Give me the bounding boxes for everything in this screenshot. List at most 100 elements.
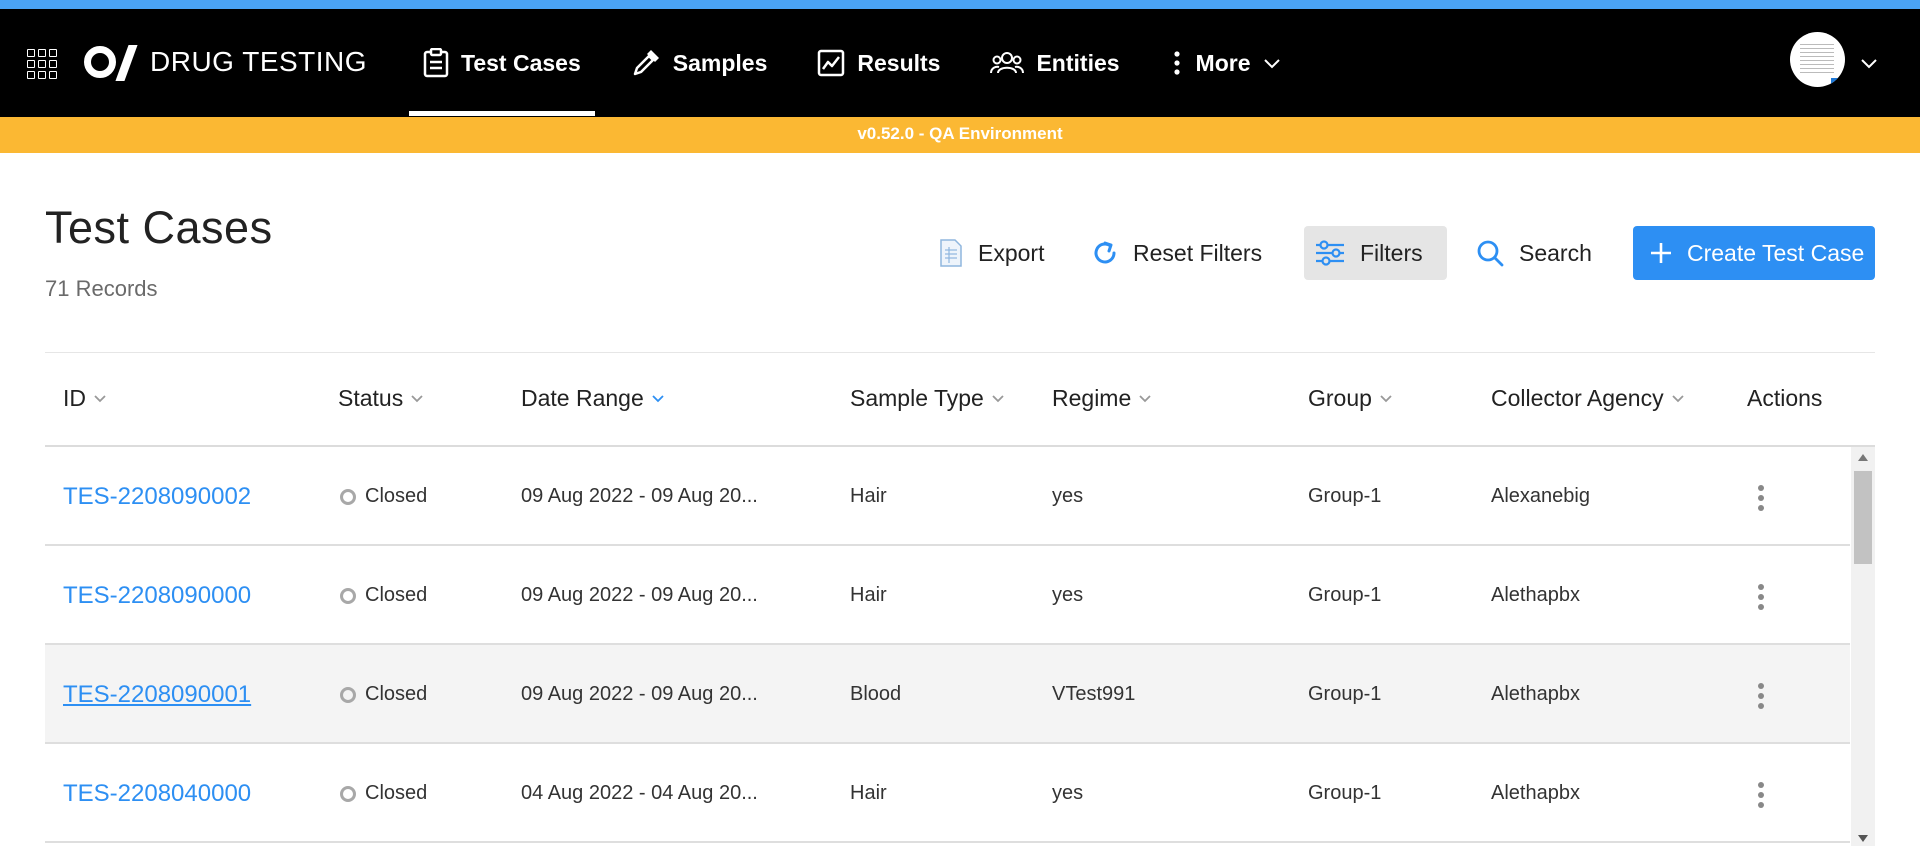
nav-item-samples[interactable]: Samples <box>617 9 782 117</box>
top-accent-strip <box>0 0 1920 9</box>
status-circle-icon <box>340 587 356 604</box>
column-header-date-range[interactable]: Date Range <box>521 385 665 412</box>
collector-agency-cell: Alethapbx <box>1491 584 1580 606</box>
status-circle-icon <box>340 488 356 505</box>
column-header-actions: Actions <box>1747 385 1822 412</box>
status-cell: Closed <box>340 645 427 744</box>
clipboard-icon <box>423 48 449 78</box>
collector-agency-cell: Alethapbx <box>1491 683 1580 705</box>
test-cases-table: ID Status Date Range Sample Type Regime … <box>45 352 1875 846</box>
column-header-status[interactable]: Status <box>338 385 424 412</box>
search-button[interactable]: Search <box>1475 226 1592 280</box>
column-label: Collector Agency <box>1491 385 1664 411</box>
collector-agency-cell: Alexanebig <box>1491 485 1590 507</box>
page-title: Test Cases <box>45 202 273 253</box>
nav-label: More <box>1195 49 1251 76</box>
create-test-case-button[interactable]: Create Test Case <box>1633 226 1875 280</box>
nav-item-results[interactable]: Results <box>803 9 954 117</box>
nav-label: Test Cases <box>461 49 581 76</box>
status-cell: Closed <box>340 744 427 843</box>
chevron-down-icon <box>94 394 106 402</box>
group-cell: Group-1 <box>1308 683 1382 705</box>
table-row[interactable]: TES-2208040000 Closed 04 Aug 2022 - 04 A… <box>45 744 1850 843</box>
chevron-down-icon[interactable] <box>1860 57 1878 69</box>
status-cell: Closed <box>340 546 427 645</box>
row-actions-icon[interactable] <box>1758 584 1764 610</box>
nav-item-test-cases[interactable]: Test Cases <box>409 9 595 117</box>
dropper-icon <box>633 50 659 76</box>
test-case-id-link[interactable]: TES-2208090000 <box>63 546 251 645</box>
environment-banner: v0.52.0 - QA Environment <box>0 117 1920 153</box>
kebab-icon <box>1173 51 1180 75</box>
refresh-icon <box>1094 241 1116 264</box>
group-cell: Group-1 <box>1308 485 1382 507</box>
row-actions-icon[interactable] <box>1758 485 1764 511</box>
table-header: ID Status Date Range Sample Type Regime … <box>45 352 1875 447</box>
export-button[interactable]: Export <box>938 226 1044 280</box>
column-label: Status <box>338 385 404 411</box>
table-row[interactable]: TES-2208090002 Closed 09 Aug 2022 - 09 A… <box>45 447 1850 546</box>
status-text: Closed <box>365 782 428 804</box>
main-nav: Test Cases Samples Results Entities More <box>409 9 1317 117</box>
search-label: Search <box>1519 239 1592 266</box>
chart-icon <box>818 49 845 77</box>
date-range-cell: 04 Aug 2022 - 04 Aug 20... <box>521 782 758 804</box>
filters-label: Filters <box>1360 239 1423 266</box>
column-label: ID <box>63 385 86 411</box>
nav-item-more[interactable]: More <box>1156 9 1295 117</box>
column-header-collector-agency[interactable]: Collector Agency <box>1491 385 1685 412</box>
avatar[interactable] <box>1790 32 1845 87</box>
app-launcher-icon[interactable] <box>27 49 57 79</box>
row-actions-icon[interactable] <box>1758 782 1764 808</box>
sample-type-cell: Hair <box>850 782 887 804</box>
search-icon <box>1477 240 1504 267</box>
nav-item-entities[interactable]: Entities <box>976 9 1133 117</box>
collector-agency-cell: Alethapbx <box>1491 782 1580 804</box>
column-header-sample-type[interactable]: Sample Type <box>850 385 1005 412</box>
sliders-icon <box>1316 240 1344 266</box>
table-body: TES-2208090002 Closed 09 Aug 2022 - 09 A… <box>45 447 1850 846</box>
status-circle-icon <box>340 785 356 802</box>
sample-type-cell: Blood <box>850 683 902 705</box>
reset-filters-button[interactable]: Reset Filters <box>1091 226 1262 280</box>
chevron-down-icon <box>992 394 1004 402</box>
sample-type-cell: Hair <box>850 584 887 606</box>
scrollbar-thumb[interactable] <box>1854 471 1872 564</box>
chevron-down-icon <box>1671 394 1684 402</box>
status-cell: Closed <box>340 447 427 546</box>
chevron-down-icon <box>1380 394 1392 402</box>
chevron-down-icon <box>652 394 664 402</box>
status-circle-icon <box>340 686 356 703</box>
column-label: Date Range <box>521 385 644 411</box>
group-cell: Group-1 <box>1308 782 1382 804</box>
create-test-case-label: Create Test Case <box>1687 239 1865 266</box>
date-range-cell: 09 Aug 2022 - 09 Aug 20... <box>521 584 758 606</box>
record-count: 71 Records <box>45 276 158 301</box>
sample-type-cell: Hair <box>850 485 887 507</box>
test-case-id-link[interactable]: TES-2208090001 <box>63 645 251 744</box>
column-header-regime[interactable]: Regime <box>1052 385 1152 412</box>
app-title: DRUG TESTING <box>150 46 368 77</box>
column-header-id[interactable]: ID <box>63 385 107 412</box>
nav-label: Entities <box>1036 49 1120 76</box>
scroll-up-arrow-icon[interactable] <box>1858 454 1868 461</box>
scroll-down-arrow-icon[interactable] <box>1858 835 1868 842</box>
regime-cell: yes <box>1052 584 1084 606</box>
filters-button[interactable]: Filters <box>1304 226 1447 280</box>
top-navbar: DRUG TESTING Test Cases Samples Results … <box>0 9 1920 117</box>
test-case-id-link[interactable]: TES-2208090002 <box>63 447 251 546</box>
test-case-id-link[interactable]: TES-2208040000 <box>63 744 251 843</box>
regime-cell: yes <box>1052 485 1084 507</box>
column-label: Group <box>1308 385 1372 411</box>
nav-label: Samples <box>672 49 768 76</box>
app-logo[interactable]: DRUG TESTING <box>84 45 368 81</box>
chevron-down-icon <box>1263 59 1280 69</box>
table-row[interactable]: TES-2208090000 Closed 09 Aug 2022 - 09 A… <box>45 546 1850 645</box>
nav-label: Results <box>857 49 941 76</box>
date-range-cell: 09 Aug 2022 - 09 Aug 20... <box>521 485 758 507</box>
table-scrollbar[interactable] <box>1851 447 1875 846</box>
table-row[interactable]: TES-2208090001 Closed 09 Aug 2022 - 09 A… <box>45 645 1850 744</box>
column-header-group[interactable]: Group <box>1308 385 1393 412</box>
row-actions-icon[interactable] <box>1758 683 1764 709</box>
regime-cell: VTest991 <box>1052 683 1136 705</box>
